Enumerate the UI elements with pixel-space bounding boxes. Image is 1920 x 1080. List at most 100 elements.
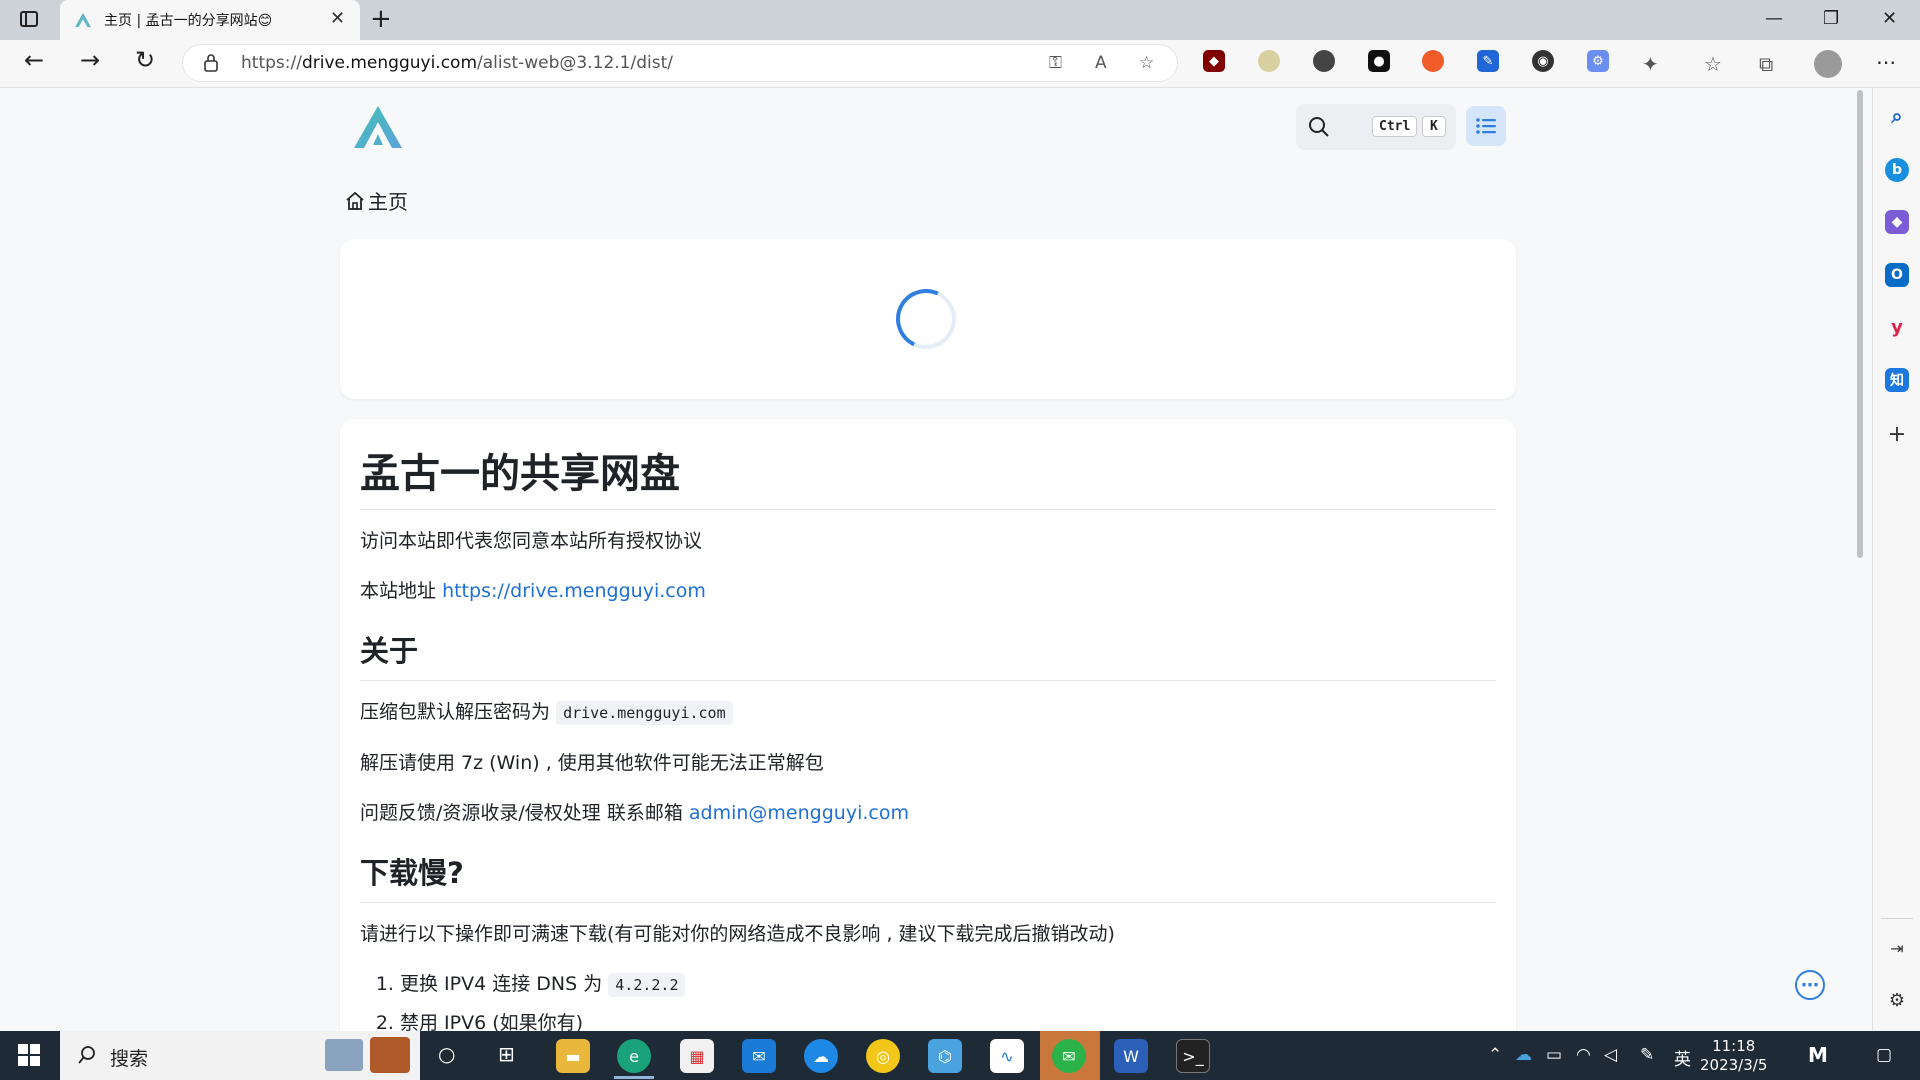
pen-tray-icon[interactable]: ✎: [1640, 1045, 1654, 1065]
task-view-icon[interactable]: ⊞: [498, 1042, 515, 1066]
wechat-icon[interactable]: ✉: [1052, 1039, 1086, 1073]
tab-title: 主页 | 孟古一的分享网站😊: [104, 13, 273, 29]
contact-email-link[interactable]: admin@mengguyi.com: [689, 802, 909, 824]
laptop-illustration: [325, 1039, 363, 1071]
sidebar-search-icon[interactable]: ⌕: [1885, 104, 1909, 128]
lock-icon[interactable]: [203, 53, 219, 73]
back-button[interactable]: ←: [16, 46, 52, 74]
youdao-icon[interactable]: y: [1885, 315, 1909, 339]
taskbar-search-icon: [78, 1046, 95, 1064]
slow-download-text: 请进行以下操作即可满速下载(有可能对你的网络造成不良影响 , 建议下载完成后撤销…: [360, 923, 1115, 945]
ublock-extension-icon[interactable]: ◆: [1203, 50, 1225, 72]
readme-title: 孟古一的共享网盘: [360, 441, 1496, 510]
extension-dual-icon[interactable]: [1313, 50, 1335, 72]
list-view-toggle-button[interactable]: [1466, 106, 1506, 146]
readme-card: 孟古一的共享网盘 访问本站即代表您同意本站所有授权协议 本站地址 https:/…: [340, 419, 1516, 1059]
edge-sidebar: ⌕ b ◆ O y 知 + ⇥ ⚙: [1872, 88, 1920, 1031]
dns-code: 4.2.2.2: [608, 973, 686, 997]
taskbar-clock[interactable]: 11:18 2023/3/5: [1700, 1037, 1767, 1075]
bing-chat-icon[interactable]: b: [1885, 158, 1909, 182]
site-favicon-icon: [75, 12, 91, 28]
network-app-icon[interactable]: ⌬: [928, 1039, 962, 1073]
cortana-icon[interactable]: ○: [438, 1042, 455, 1066]
minimize-button[interactable]: —: [1765, 8, 1783, 29]
url-text: https://drive.mengguyi.com/alist-web@3.1…: [241, 53, 673, 73]
ime-indicator[interactable]: 英: [1674, 1045, 1691, 1070]
wifi-icon[interactable]: ◠: [1576, 1045, 1591, 1065]
terminal-icon[interactable]: >_: [1176, 1039, 1210, 1073]
breadcrumb[interactable]: 主页: [344, 186, 408, 215]
tray-onedrive-icon[interactable]: ☁: [1515, 1045, 1532, 1065]
steps-list: 更换 IPV4 连接 DNS 为 4.2.2.2 禁用 IPV6 (如果你有): [360, 971, 1496, 1036]
battery-icon[interactable]: ▭: [1546, 1045, 1562, 1065]
extension-pen-icon[interactable]: ✎: [1477, 50, 1499, 72]
monitor-tray-icon[interactable]: M: [1808, 1043, 1828, 1067]
extensions-puzzle-icon[interactable]: ✦: [1642, 52, 1659, 76]
monitor-app-icon[interactable]: ∿: [990, 1039, 1024, 1073]
breadcrumb-home-label[interactable]: 主页: [368, 186, 408, 215]
sidebar-shopping-icon[interactable]: ◆: [1885, 210, 1909, 234]
zhihu-icon[interactable]: 知: [1885, 368, 1909, 392]
sidebar-add-icon[interactable]: +: [1885, 422, 1909, 447]
address-bar[interactable]: https://drive.mengguyi.com/alist-web@3.1…: [182, 44, 1178, 82]
profile-avatar[interactable]: [1814, 50, 1842, 78]
file-explorer-icon[interactable]: ▬: [556, 1039, 590, 1073]
browser-tab-active[interactable]: 主页 | 孟古一的分享网站😊 ✕: [60, 0, 360, 40]
site-address-link[interactable]: https://drive.mengguyi.com: [442, 580, 706, 602]
mail-icon[interactable]: ✉: [742, 1039, 776, 1073]
key-icon[interactable]: ⚿: [1049, 53, 1062, 73]
notification-center-icon[interactable]: ▢: [1876, 1045, 1892, 1065]
unzip-note: 解压请使用 7z (Win) , 使用其他软件可能无法正常解包: [360, 752, 824, 774]
extension-gear-icon[interactable]: ⚙: [1587, 50, 1609, 72]
taskbar-search-box[interactable]: 搜索: [60, 1031, 420, 1080]
volume-icon[interactable]: ◁: [1604, 1045, 1617, 1065]
list-icon: [1476, 118, 1496, 134]
chrome-icon[interactable]: ◎: [866, 1039, 900, 1073]
page-scrollbar[interactable]: [1857, 90, 1863, 558]
tab-actions-icon[interactable]: [20, 11, 38, 27]
alist-logo[interactable]: [352, 104, 404, 150]
briefcase-illustration: [370, 1037, 410, 1073]
github-extension-icon[interactable]: ◉: [1532, 50, 1554, 72]
refresh-button[interactable]: ↻: [127, 46, 163, 74]
word-icon[interactable]: W: [1114, 1039, 1148, 1073]
slow-download-heading: 下载慢?: [360, 850, 1496, 903]
search-button[interactable]: Ctrl K: [1296, 104, 1456, 150]
clock-time: 11:18: [1712, 1037, 1756, 1055]
browser-toolbar: ← → ↻ https://drive.mengguyi.com/alist-w…: [0, 40, 1920, 88]
new-tab-button[interactable]: +: [370, 4, 392, 34]
add-favorite-icon[interactable]: ☆: [1139, 53, 1154, 73]
onedrive-icon[interactable]: ☁: [804, 1039, 838, 1073]
more-actions-button[interactable]: ⋯: [1795, 970, 1825, 1000]
read-aloud-icon[interactable]: A: [1095, 53, 1107, 73]
store-icon[interactable]: ▦: [680, 1039, 714, 1073]
maximize-button[interactable]: ❐: [1823, 8, 1839, 29]
tray-expand-icon[interactable]: ⌃: [1488, 1045, 1502, 1065]
shortcut-key-ctrl: Ctrl: [1372, 116, 1418, 137]
sidebar-hide-icon[interactable]: ⇥: [1885, 936, 1909, 960]
browser-title-bar: 主页 | 孟古一的分享网站😊 ✕ + — ❐ ✕: [0, 0, 1920, 40]
collections-icon[interactable]: ⧉: [1759, 52, 1773, 76]
close-window-button[interactable]: ✕: [1882, 8, 1897, 29]
outlook-icon[interactable]: O: [1885, 263, 1909, 287]
edge-taskbar-icon[interactable]: e: [617, 1039, 651, 1073]
more-menu-icon[interactable]: ⋯: [1876, 50, 1896, 74]
loading-spinner: [887, 280, 965, 358]
password-code: drive.mengguyi.com: [556, 701, 733, 725]
tab-close-icon[interactable]: ✕: [330, 8, 345, 29]
file-list-card: [340, 239, 1516, 399]
sidebar-settings-icon[interactable]: ⚙: [1885, 988, 1909, 1012]
start-button[interactable]: [18, 1044, 40, 1066]
favorites-icon[interactable]: ☆: [1704, 52, 1722, 76]
extension-circle-icon[interactable]: [1258, 50, 1280, 72]
about-heading: 关于: [360, 628, 1496, 681]
extension-orange-icon[interactable]: [1422, 50, 1444, 72]
password-note: 压缩包默认解压密码为 drive.mengguyi.com: [360, 699, 1496, 726]
readme-intro: 访问本站即代表您同意本站所有授权协议: [360, 530, 703, 552]
forward-button[interactable]: →: [72, 46, 108, 74]
extension-tampermonkey-icon[interactable]: ●: [1368, 50, 1390, 72]
readme-address: 本站地址 https://drive.mengguyi.com: [360, 580, 706, 602]
shortcut-key-k: K: [1422, 116, 1446, 137]
contact-note: 问题反馈/资源收录/侵权处理 联系邮箱 admin@mengguyi.com: [360, 802, 909, 824]
active-app-indicator: [614, 1076, 654, 1079]
